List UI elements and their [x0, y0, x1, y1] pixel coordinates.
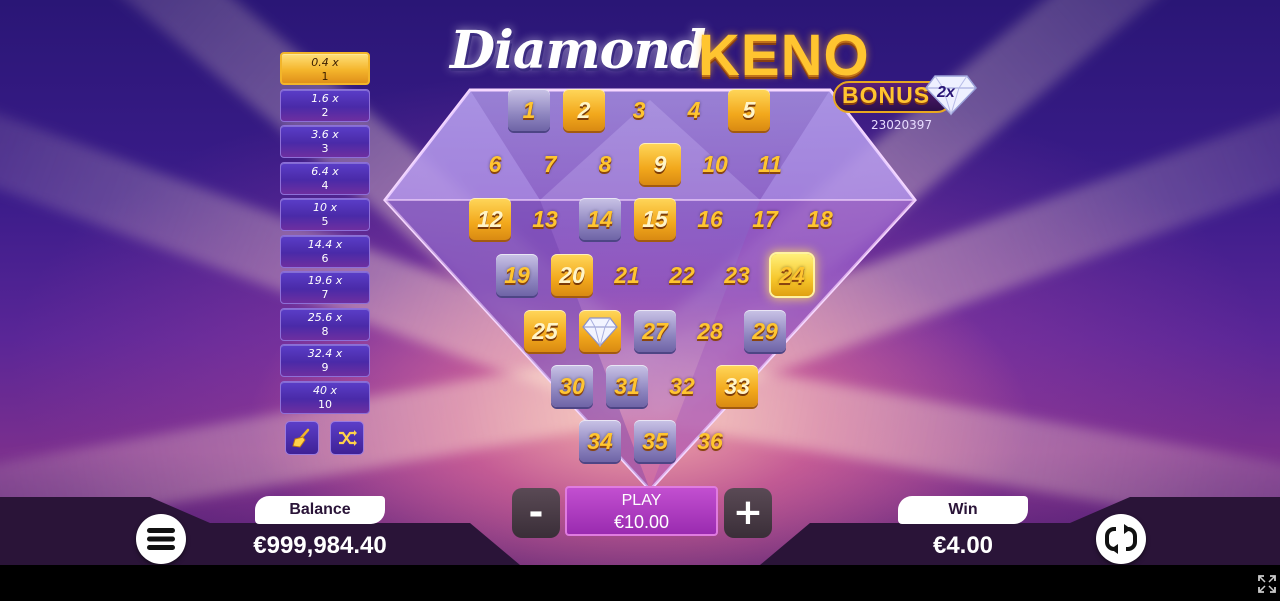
keno-cell[interactable]: 15: [634, 198, 676, 240]
bonus-badge: BONUS 2x: [833, 75, 993, 118]
play-button[interactable]: PLAY €10.00: [565, 486, 718, 536]
keno-cell[interactable]: 8: [584, 143, 626, 185]
paytable-row: 32.4 x9: [280, 344, 370, 377]
keno-cell[interactable]: 6: [474, 143, 516, 185]
balance-label: Balance: [255, 496, 385, 524]
paytable-row: 1.6 x2: [280, 88, 370, 122]
keno-cell[interactable]: 13: [524, 198, 566, 240]
keno-cell[interactable]: 34: [579, 420, 621, 462]
keno-cell[interactable]: 30: [551, 365, 593, 407]
paytable-multiplier: 32.4 x: [307, 347, 343, 360]
paytable-multiplier: 0.4 x: [311, 56, 339, 69]
keno-cell[interactable]: 5: [728, 89, 770, 131]
bonus-multiplier: 2x: [937, 84, 955, 101]
paytable-hits: 10: [318, 397, 332, 411]
keno-cell[interactable]: 20: [551, 254, 593, 296]
paytable-hits: 6: [321, 251, 329, 265]
shuffle-icon: [339, 430, 357, 446]
logo-diamond-text: Diamond: [450, 20, 706, 81]
keno-cell[interactable]: 2: [563, 89, 605, 131]
keno-cell[interactable]: 31: [606, 365, 648, 407]
keno-cell[interactable]: 10: [694, 143, 736, 185]
keno-cell[interactable]: 24: [771, 254, 813, 296]
keno-cell[interactable]: 32: [661, 365, 703, 407]
keno-cell[interactable]: 36: [689, 420, 731, 462]
paytable-row: 40 x 10: [280, 380, 370, 414]
autoplay-button[interactable]: [1096, 514, 1146, 564]
hamburger-menu-icon: [147, 528, 175, 550]
decrease-stake-button[interactable]: -: [512, 488, 560, 538]
keno-cell[interactable]: 1: [508, 89, 550, 131]
round-id: 23020397: [871, 118, 933, 132]
paytable-row: 14.4 x6: [280, 234, 370, 268]
paytable-hits: 4: [321, 178, 329, 192]
paytable-multiplier: 19.6 x: [307, 274, 343, 287]
keno-cell[interactable]: 9: [639, 143, 681, 185]
paytable-hits: 5: [321, 215, 329, 228]
keno-cell[interactable]: 7: [529, 143, 571, 185]
play-label: PLAY: [621, 492, 662, 509]
keno-cell-diamond[interactable]: [579, 310, 621, 352]
paytable-multiplier: 25.6 x: [307, 310, 343, 324]
keno-cell[interactable]: 11: [749, 143, 791, 185]
paytable-multiplier: 14.4 x: [307, 237, 343, 251]
win-label: Win: [898, 496, 1028, 524]
footer-bar: [0, 565, 1280, 601]
paytable-hits: 2: [321, 105, 329, 119]
paytable-multiplier: 40 x: [312, 383, 337, 397]
paytable-multiplier: 3.6 x: [311, 128, 339, 141]
paytable-hits: 7: [321, 288, 329, 301]
menu-button[interactable]: [136, 514, 186, 564]
win-value: €4.00: [932, 532, 994, 559]
game-logo: Diamond KENO: [450, 14, 869, 88]
clear-button[interactable]: [285, 421, 319, 455]
keno-cell[interactable]: 19: [496, 254, 538, 296]
keno-cell[interactable]: 35: [634, 420, 676, 462]
paytable-row: 6.4 x4: [280, 161, 370, 195]
stake-amount: €10.00: [613, 512, 670, 532]
keno-cell[interactable]: 21: [606, 254, 648, 296]
keno-cell[interactable]: 4: [673, 89, 715, 131]
keno-cell[interactable]: 16: [689, 198, 731, 240]
paytable-row: 3.6 x3: [280, 125, 370, 158]
game-stage: Diamond KENO BONUS 2x 23020397 0.4 x 1 1.6…: [0, 0, 1280, 565]
paytable-hits: 8: [321, 324, 329, 338]
paytable-row: 0.4 x1: [280, 52, 370, 85]
keno-cell[interactable]: 12: [469, 198, 511, 240]
keno-cell[interactable]: 14: [579, 198, 621, 240]
keno-cell[interactable]: 25: [524, 310, 566, 352]
keno-cell[interactable]: 27: [634, 310, 676, 352]
paytable-hits: 1: [321, 70, 329, 83]
balance-value: €999,984.40: [253, 532, 387, 559]
fullscreen-icon[interactable]: [1258, 575, 1276, 593]
keno-cell[interactable]: 23: [716, 254, 758, 296]
increase-stake-button[interactable]: +: [724, 488, 772, 538]
broom-icon: [292, 428, 310, 448]
keno-cell[interactable]: 17: [744, 198, 786, 240]
keno-cell[interactable]: 28: [689, 310, 731, 352]
bonus-label: BONUS: [842, 82, 931, 108]
keno-cell[interactable]: 18: [799, 198, 841, 240]
paytable-row: 25.6 x8: [280, 307, 370, 341]
paytable-row: 10 x5: [280, 198, 370, 231]
paytable-hits: 3: [321, 142, 329, 155]
keno-cell[interactable]: 22: [661, 254, 703, 296]
paytable-multiplier: 6.4 x: [311, 164, 339, 178]
keno-cell[interactable]: 33: [716, 365, 758, 407]
paytable: 0.4 x 1 1.6 x 2 3.6 x 3 6.4 x 4 10 x 5 14.4 x 6 19.6…: [280, 52, 370, 417]
paytable-multiplier: 1.6 x: [311, 91, 339, 105]
paytable-row: 19.6 x7: [280, 271, 370, 304]
paytable-hits: 9: [321, 361, 329, 374]
keno-cell[interactable]: 3: [618, 89, 660, 131]
diamond-icon: [582, 317, 618, 347]
keno-cell[interactable]: 29: [744, 310, 786, 352]
autoplay-icon: [1105, 524, 1137, 554]
random-pick-button[interactable]: [330, 421, 364, 455]
paytable-multiplier: 10 x: [312, 201, 337, 214]
